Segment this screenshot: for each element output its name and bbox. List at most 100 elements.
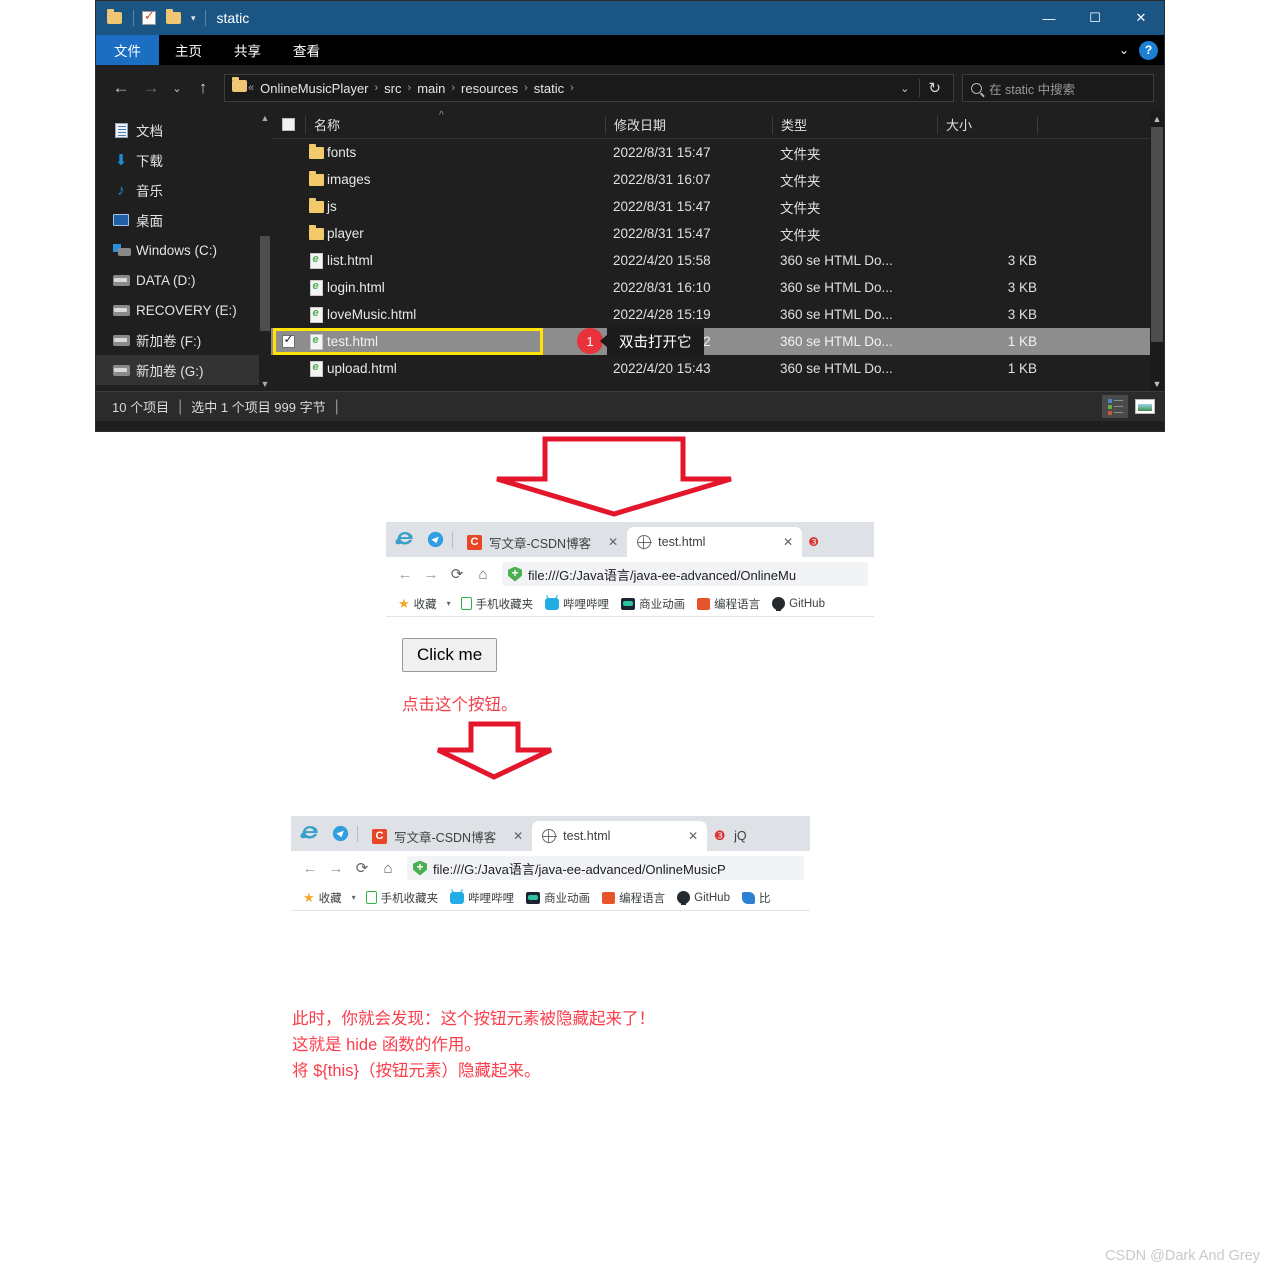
- bookmark-bilibili[interactable]: 哔哩哔哩: [444, 890, 520, 906]
- breadcrumb-item-4[interactable]: static: [529, 81, 569, 96]
- column-header-date[interactable]: 修改日期: [605, 115, 772, 134]
- close-button[interactable]: ✕: [1118, 1, 1164, 35]
- sidebar-item-recovery-e[interactable]: RECOVERY (E:): [96, 295, 271, 325]
- forward-button[interactable]: →: [136, 73, 166, 103]
- new-folder-icon[interactable]: [163, 8, 183, 28]
- bookmark-github[interactable]: GitHub: [671, 891, 736, 905]
- refresh-icon[interactable]: ↻: [919, 79, 949, 97]
- sidebar-item-documents[interactable]: 文档: [96, 115, 271, 145]
- checkbox-properties-icon[interactable]: [139, 8, 159, 28]
- help-icon[interactable]: ?: [1139, 40, 1158, 60]
- thumbnail-view-button[interactable]: [1132, 395, 1158, 418]
- sidebar-item-desktop[interactable]: 桌面: [96, 205, 271, 235]
- file-name: upload.html: [327, 361, 397, 376]
- back-button[interactable]: ←: [297, 855, 323, 881]
- forward-button[interactable]: →: [418, 561, 444, 587]
- browser-tab-csdn[interactable]: C 写文章-CSDN博客 ✕: [363, 821, 532, 851]
- breadcrumb-item-1[interactable]: src: [379, 81, 406, 96]
- breadcrumb-item-3[interactable]: resources: [456, 81, 523, 96]
- ie-logo-icon[interactable]: [295, 816, 325, 851]
- bookmark-mobile[interactable]: 手机收藏夹: [360, 890, 445, 906]
- column-header-size[interactable]: 大小: [937, 115, 1037, 134]
- recent-locations-button[interactable]: ⌄: [166, 73, 188, 103]
- sidebar-item-music[interactable]: ♪ 音乐: [96, 175, 271, 205]
- details-view-button[interactable]: [1102, 395, 1128, 418]
- bookmark-code[interactable]: 编程语言: [596, 890, 671, 906]
- chevron-down-icon[interactable]: ▾: [191, 13, 196, 24]
- column-header-type[interactable]: 类型: [772, 115, 937, 134]
- ie-logo-icon[interactable]: [390, 522, 420, 557]
- tab-close-icon[interactable]: ✕: [513, 829, 523, 843]
- forward-button[interactable]: →: [323, 855, 349, 881]
- sidebar-item-downloads[interactable]: ⬇ 下载: [96, 145, 271, 175]
- scroll-down-icon[interactable]: ▼: [1150, 376, 1164, 391]
- browser-tab-test-html[interactable]: test.html ✕: [532, 821, 708, 851]
- scroll-up-icon[interactable]: ▲: [259, 111, 271, 125]
- sidebar-item-data-d[interactable]: DATA (D:): [96, 265, 271, 295]
- chevron-down-icon[interactable]: ⌄: [1119, 43, 1129, 57]
- table-row[interactable]: js 2022/8/31 15:47 文件夹: [271, 193, 1164, 220]
- browser-tab-test-html[interactable]: test.html ✕: [627, 527, 803, 557]
- browser-tab-csdn[interactable]: C 写文章-CSDN博客 ✕: [458, 527, 627, 557]
- ribbon-tab-file[interactable]: 文件: [96, 35, 159, 65]
- bookmark-business[interactable]: 商业动画: [520, 890, 596, 906]
- search-input[interactable]: 在 static 中搜索: [962, 74, 1154, 102]
- bookmark-mobile[interactable]: 手机收藏夹: [455, 596, 540, 612]
- table-row[interactable]: upload.html 2022/4/20 15:43 360 se HTML …: [271, 355, 1164, 382]
- browser-tab-partial[interactable]: ❸: [802, 527, 825, 557]
- reload-icon[interactable]: ⟳: [349, 855, 375, 881]
- sidebar-item-windows-c[interactable]: Windows (C:): [96, 235, 271, 265]
- bookmark-business[interactable]: 商业动画: [615, 596, 691, 612]
- scrollbar-thumb[interactable]: [1151, 127, 1163, 342]
- scroll-down-icon[interactable]: ▼: [259, 377, 271, 391]
- table-row[interactable]: login.html 2022/8/31 16:10 360 se HTML D…: [271, 274, 1164, 301]
- table-row-selected[interactable]: test.html 2022/8/31 17:12 360 se HTML Do…: [271, 327, 1164, 356]
- table-row[interactable]: images 2022/8/31 16:07 文件夹: [271, 166, 1164, 193]
- select-all-checkbox[interactable]: [271, 118, 305, 131]
- chevron-down-icon[interactable]: ▾: [348, 893, 360, 902]
- url-input[interactable]: file:///G:/Java语言/java-ee-advanced/Onlin…: [407, 856, 804, 880]
- chevron-down-icon[interactable]: ▾: [443, 599, 455, 608]
- row-checkbox[interactable]: [271, 332, 305, 348]
- ribbon-tab-view[interactable]: 查看: [277, 35, 336, 65]
- minimize-button[interactable]: —: [1026, 1, 1072, 35]
- telegram-logo-icon[interactable]: [420, 522, 450, 557]
- back-button[interactable]: ←: [106, 73, 136, 103]
- url-input[interactable]: file:///G:/Java语言/java-ee-advanced/Onlin…: [502, 562, 868, 586]
- bookmark-bilibili[interactable]: 哔哩哔哩: [539, 596, 615, 612]
- bookmark-code[interactable]: 编程语言: [691, 596, 766, 612]
- address-bar[interactable]: « OnlineMusicPlayer › src › main › resou…: [224, 74, 954, 102]
- navigation-scrollbar[interactable]: ▲ ▼: [259, 111, 271, 391]
- bookmark-github[interactable]: GitHub: [766, 597, 831, 611]
- chevron-down-icon[interactable]: ⌄: [892, 82, 917, 95]
- tab-close-icon[interactable]: ✕: [783, 535, 793, 549]
- bookmark-favorites[interactable]: ★ 收藏: [392, 596, 443, 612]
- click-me-button[interactable]: Click me: [402, 638, 498, 672]
- telegram-logo-icon[interactable]: [325, 816, 355, 851]
- back-button[interactable]: ←: [392, 561, 418, 587]
- scroll-up-icon[interactable]: ▲: [1150, 111, 1164, 126]
- tab-close-icon[interactable]: ✕: [608, 535, 618, 549]
- table-row[interactable]: fonts 2022/8/31 15:47 文件夹: [271, 139, 1164, 166]
- ribbon-tab-share[interactable]: 共享: [218, 35, 277, 65]
- column-header-name[interactable]: 名称: [305, 115, 605, 134]
- ribbon-tab-home[interactable]: 主页: [159, 35, 218, 65]
- home-icon[interactable]: ⌂: [375, 855, 401, 881]
- maximize-button[interactable]: ☐: [1072, 1, 1118, 35]
- home-icon[interactable]: ⌂: [470, 561, 496, 587]
- sidebar-item-volume-g[interactable]: 新加卷 (G:): [96, 355, 271, 385]
- reload-icon[interactable]: ⟳: [444, 561, 470, 587]
- table-row[interactable]: list.html 2022/4/20 15:58 360 se HTML Do…: [271, 247, 1164, 274]
- browser-tab-jquery[interactable]: ❸ jQ: [707, 821, 752, 851]
- up-button[interactable]: ↑: [188, 73, 218, 103]
- bookmark-baidu[interactable]: 比: [736, 890, 777, 906]
- file-list-scrollbar[interactable]: ▲ ▼: [1150, 111, 1164, 391]
- table-row[interactable]: loveMusic.html 2022/4/28 15:19 360 se HT…: [271, 301, 1164, 328]
- breadcrumb-item-0[interactable]: OnlineMusicPlayer: [255, 81, 373, 96]
- sidebar-item-volume-f[interactable]: 新加卷 (F:): [96, 325, 271, 355]
- tab-close-icon[interactable]: ✕: [688, 829, 698, 843]
- scrollbar-thumb[interactable]: [260, 236, 270, 331]
- bookmark-favorites[interactable]: ★ 收藏: [297, 890, 348, 906]
- table-row[interactable]: player 2022/8/31 15:47 文件夹: [271, 220, 1164, 247]
- breadcrumb-item-2[interactable]: main: [412, 81, 450, 96]
